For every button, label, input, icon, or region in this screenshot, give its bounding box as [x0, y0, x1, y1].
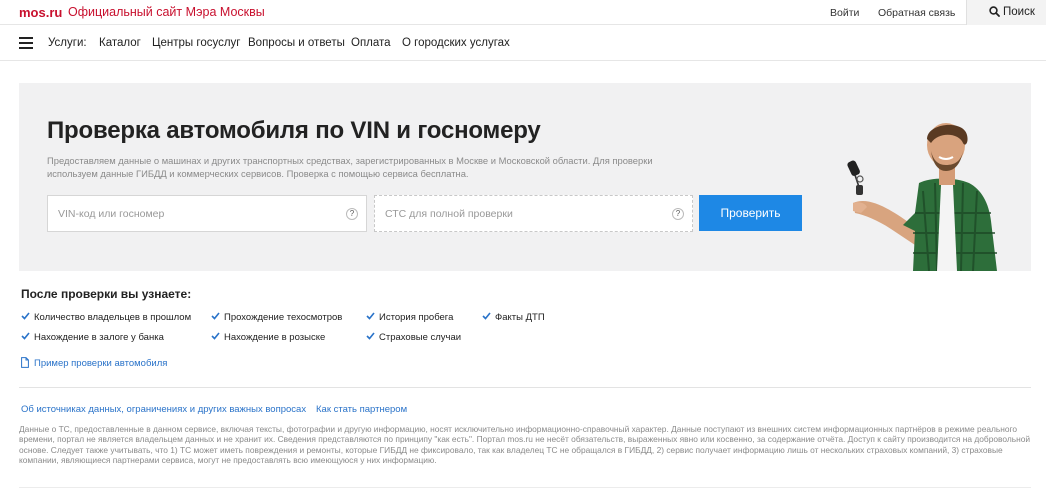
- feedback-link[interactable]: Обратная связь: [878, 7, 955, 19]
- search-label: Поиск: [1003, 6, 1035, 18]
- become-partner-link[interactable]: Как стать партнером: [316, 404, 407, 415]
- checkmark-icon: [366, 312, 375, 320]
- vin-field[interactable]: ?: [47, 195, 367, 232]
- disclaimer-text: Данные о ТС, предоставленные в данном се…: [19, 424, 1031, 466]
- results-title: После проверки вы узнаете:: [21, 287, 192, 301]
- vin-help-question-icon[interactable]: ?: [346, 208, 358, 220]
- login-link[interactable]: Войти: [830, 7, 859, 19]
- sts-input[interactable]: [375, 196, 692, 231]
- hero-panel: Проверка автомобиля по VIN и госномеру П…: [19, 83, 1031, 271]
- hero-description: Предоставляем данные о машинах и других …: [47, 155, 653, 179]
- nav-about-services[interactable]: О городских услугах: [402, 37, 510, 49]
- nav-service-centers[interactable]: Центры госуслуг: [152, 37, 241, 49]
- nav-services-label: Услуги:: [48, 37, 87, 49]
- divider: [19, 387, 1031, 388]
- page-title: Проверка автомобиля по VIN и госномеру: [47, 117, 541, 144]
- feature-label: Количество владельцев в прошлом: [34, 312, 192, 323]
- checkmark-icon: [482, 312, 491, 320]
- checkmark-icon: [366, 332, 375, 340]
- hamburger-menu-icon[interactable]: [19, 37, 33, 49]
- example-check-label: Пример проверки автомобиля: [34, 358, 168, 369]
- feature-label: История пробега: [379, 312, 454, 323]
- checkmark-icon: [21, 312, 30, 320]
- main-nav: Услуги: Каталог Центры госуслуг Вопросы …: [0, 26, 1046, 61]
- search-icon: [989, 6, 1000, 17]
- feature-label: Нахождение в залоге у банка: [34, 332, 164, 343]
- top-bar: mos.ru Официальный сайт Мэра Москвы Войт…: [0, 0, 1046, 25]
- sts-help-question-icon[interactable]: ?: [672, 208, 684, 220]
- search-button[interactable]: Поиск: [966, 0, 1046, 25]
- feature-label: Прохождение техосмотров: [224, 312, 343, 323]
- checkmark-icon: [211, 312, 220, 320]
- nav-payment[interactable]: Оплата: [351, 37, 391, 49]
- vin-input[interactable]: [48, 196, 366, 231]
- document-icon: [21, 357, 29, 368]
- feature-label: Нахождение в розыске: [224, 332, 326, 343]
- nav-faq[interactable]: Вопросы и ответы: [248, 37, 345, 49]
- check-button[interactable]: Проверить: [699, 195, 802, 231]
- checkmark-icon: [211, 332, 220, 340]
- logo[interactable]: mos.ru: [19, 5, 62, 20]
- checkmark-icon: [21, 332, 30, 340]
- feature-label: Факты ДТП: [495, 312, 545, 323]
- data-sources-link[interactable]: Об источниках данных, ограничениях и дру…: [21, 404, 306, 415]
- nav-catalog[interactable]: Каталог: [99, 37, 141, 49]
- car-key-icon: [847, 160, 864, 195]
- man-with-car-key-illustration: [847, 123, 997, 271]
- bottom-divider: [19, 487, 1031, 488]
- sts-field[interactable]: ?: [374, 195, 693, 232]
- feature-label: Страховые случаи: [379, 332, 462, 343]
- site-title[interactable]: Официальный сайт Мэра Москвы: [68, 5, 265, 19]
